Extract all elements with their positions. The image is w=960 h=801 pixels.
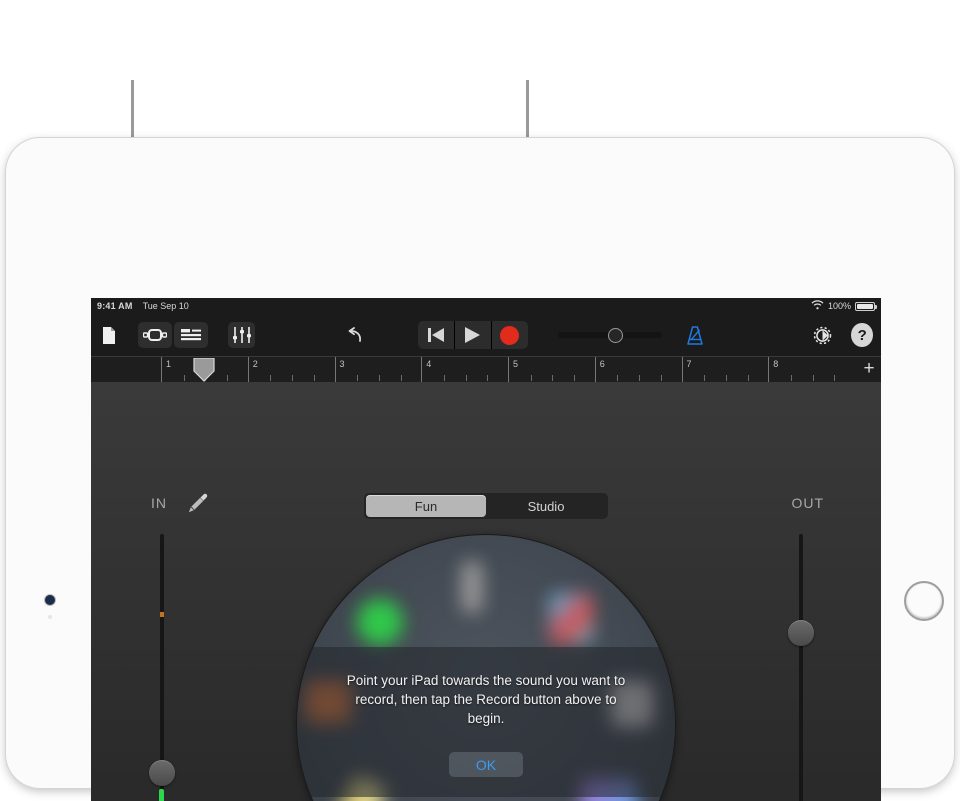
ruler-tick bbox=[487, 375, 489, 381]
list-view-icon[interactable] bbox=[174, 322, 209, 348]
input-level-meter bbox=[159, 789, 164, 801]
rewind-button[interactable] bbox=[418, 321, 454, 349]
input-slider-knob[interactable] bbox=[149, 760, 175, 786]
ruler-tick bbox=[400, 375, 402, 381]
ruler-tick bbox=[552, 375, 554, 381]
ruler-bar-number: 4 bbox=[426, 359, 432, 369]
ruler-bar: 2 bbox=[247, 357, 335, 382]
ruler-tick bbox=[574, 375, 576, 381]
ruler-bar-number: 5 bbox=[513, 359, 519, 369]
status-date: Tue Sep 10 bbox=[142, 301, 189, 311]
ruler-bar-number: 2 bbox=[252, 359, 258, 369]
sound-icon-blur[interactable] bbox=[549, 593, 593, 643]
screenshot-stage: 9:41 AM Tue Sep 10 100% ? 1 2 3 4 5 6 7 … bbox=[0, 0, 960, 801]
undo-arrow-icon[interactable] bbox=[339, 322, 366, 348]
ruler-tick bbox=[704, 375, 706, 381]
ruler-tick bbox=[443, 375, 445, 381]
ruler-tick bbox=[313, 375, 315, 381]
ruler-tick bbox=[834, 375, 836, 381]
timeline-ruler[interactable]: 1 2 3 4 5 6 7 8 + bbox=[91, 356, 881, 382]
alert-ok-button[interactable]: OK bbox=[449, 752, 523, 777]
ruler-tick bbox=[530, 375, 532, 381]
ruler-bar: 5 bbox=[508, 357, 595, 382]
input-label: IN bbox=[151, 495, 167, 511]
mixer-faders-icon[interactable] bbox=[228, 322, 256, 348]
record-button[interactable] bbox=[491, 321, 528, 349]
ruler-tick bbox=[292, 375, 294, 381]
gear-icon[interactable] bbox=[809, 321, 836, 349]
ruler-bar: 8 bbox=[768, 357, 855, 382]
audio-plug-icon bbox=[187, 492, 209, 519]
ruler-bar: 4 bbox=[421, 357, 508, 382]
view-toggle-group bbox=[138, 322, 209, 348]
ruler-tick bbox=[183, 375, 185, 381]
ruler-tick bbox=[357, 375, 359, 381]
audio-recorder-panel: Fun Studio IN Mi bbox=[91, 382, 881, 801]
sound-icon-blur[interactable] bbox=[461, 561, 483, 613]
ruler-bar-number: 3 bbox=[339, 359, 345, 369]
ruler-tick bbox=[639, 375, 641, 381]
master-volume-slider[interactable] bbox=[557, 321, 662, 349]
status-bar-right: 100% bbox=[811, 300, 877, 312]
ruler-bar-number: 1 bbox=[166, 359, 172, 369]
ruler-bar-number: 7 bbox=[686, 359, 692, 369]
ruler-tick bbox=[725, 375, 727, 381]
output-slider-knob[interactable] bbox=[788, 620, 814, 646]
play-button[interactable] bbox=[454, 321, 491, 349]
ambient-light-sensor bbox=[48, 615, 52, 619]
ipad-screen: 9:41 AM Tue Sep 10 100% ? 1 2 3 4 5 6 7 … bbox=[91, 298, 881, 801]
front-camera bbox=[45, 595, 55, 605]
preset-tab-fun[interactable]: Fun bbox=[366, 495, 486, 517]
ipad-device-body: 9:41 AM Tue Sep 10 100% ? 1 2 3 4 5 6 7 … bbox=[6, 138, 954, 801]
output-level-slider[interactable] bbox=[788, 534, 814, 801]
ruler-tick bbox=[747, 375, 749, 381]
ruler-tick bbox=[378, 375, 380, 381]
add-section-button[interactable]: + bbox=[859, 359, 879, 380]
preset-segmented-control[interactable]: Fun Studio bbox=[364, 493, 608, 519]
ruler-bar: 6 bbox=[594, 357, 682, 382]
transport-controls bbox=[418, 321, 528, 349]
toolbar: ? bbox=[91, 314, 881, 356]
playhead[interactable] bbox=[193, 357, 215, 382]
input-level-slider[interactable] bbox=[149, 534, 175, 801]
metronome-icon[interactable] bbox=[682, 321, 709, 349]
wifi-icon bbox=[811, 300, 824, 312]
input-slider-peak-marker bbox=[160, 612, 164, 617]
ruler-bar-number: 8 bbox=[773, 359, 779, 369]
ruler-tick bbox=[270, 375, 272, 381]
help-button[interactable]: ? bbox=[851, 323, 873, 347]
master-volume-knob[interactable] bbox=[607, 327, 623, 343]
ruler-bar-number: 6 bbox=[599, 359, 605, 369]
output-label: OUT bbox=[791, 495, 824, 511]
ruler-tick bbox=[660, 375, 662, 381]
ruler-tick bbox=[227, 375, 229, 381]
status-time: 9:41 AM bbox=[97, 301, 133, 311]
battery-percent: 100% bbox=[827, 301, 851, 311]
ruler-bars[interactable]: 1 2 3 4 5 6 7 8 bbox=[161, 357, 855, 382]
ruler-tick bbox=[790, 375, 792, 381]
ruler-bar: 3 bbox=[334, 357, 422, 382]
ruler-tick bbox=[812, 375, 814, 381]
ruler-tick bbox=[617, 375, 619, 381]
sound-icon-blur[interactable] bbox=[357, 599, 403, 645]
tracks-view-icon[interactable] bbox=[138, 322, 173, 348]
document-icon[interactable] bbox=[97, 322, 120, 348]
status-bar: 9:41 AM Tue Sep 10 100% bbox=[91, 298, 881, 314]
output-slider-track bbox=[799, 534, 803, 801]
preset-tab-studio[interactable]: Studio bbox=[486, 495, 606, 517]
ruler-tick bbox=[465, 375, 467, 381]
ruler-bar: 7 bbox=[681, 357, 769, 382]
battery-icon bbox=[855, 301, 877, 311]
home-button[interactable] bbox=[904, 581, 944, 621]
